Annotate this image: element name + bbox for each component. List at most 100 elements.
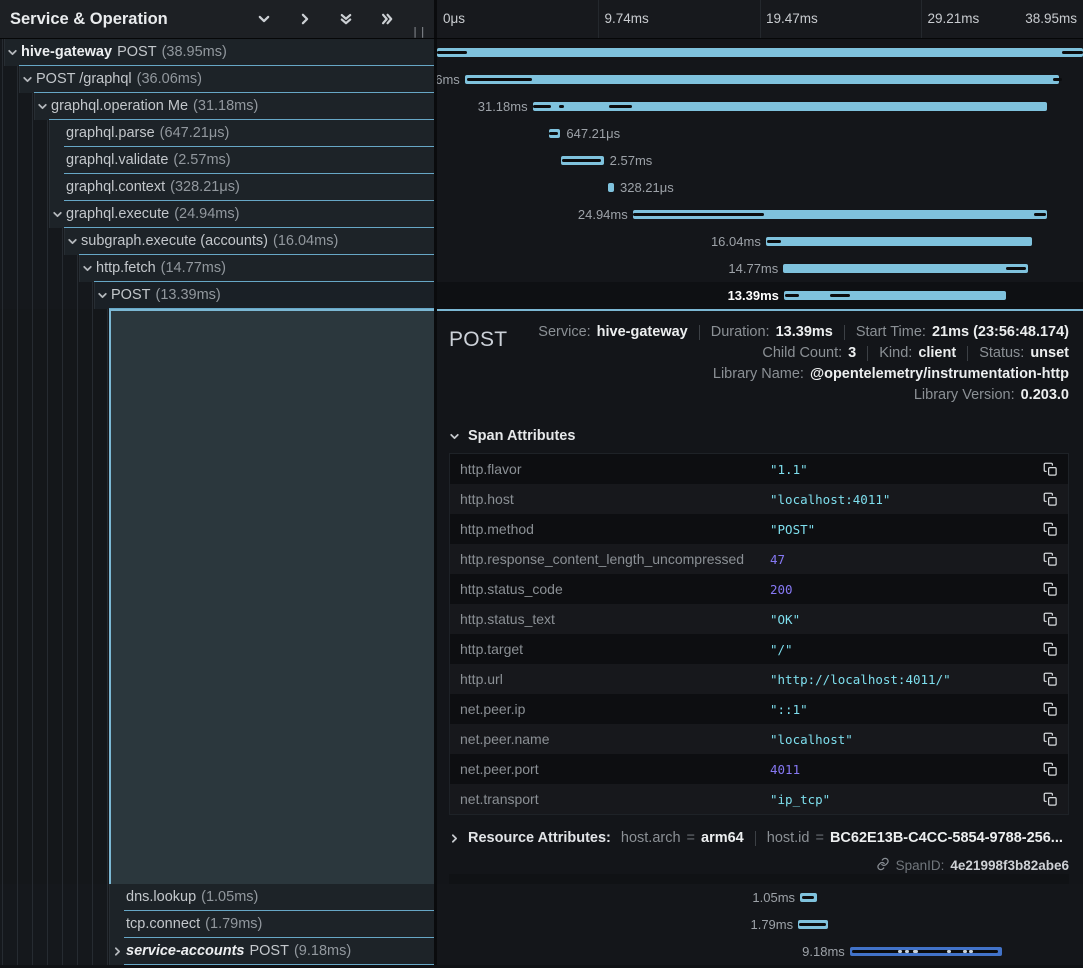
span-duration-label: 14.77ms [728, 262, 778, 275]
resource-key: host.id [767, 830, 810, 846]
copy-icon[interactable] [1043, 642, 1058, 657]
attribute-value: "/" [770, 642, 1043, 657]
timeline-cell: 24.94ms [437, 201, 1083, 228]
span-row[interactable]: dns.lookup(1.05ms) 1.05ms [0, 884, 1083, 911]
span-attributes-header[interactable]: Span Attributes [449, 428, 1069, 444]
span-name-cell[interactable]: graphql.context(328.21μs) [0, 174, 434, 201]
chevron-spacer [109, 884, 124, 911]
span-bar[interactable] [784, 291, 1006, 300]
indent-guides [0, 938, 109, 965]
attribute-row: http.status_code200 [450, 574, 1068, 604]
duration-text: (24.94ms) [174, 206, 239, 222]
indent-guides [0, 120, 49, 147]
span-name-cell[interactable]: hive-gatewayPOST(38.95ms) [0, 39, 434, 66]
resource-pair: host.arch=arm64 [621, 830, 744, 846]
meta-value: hive-gateway [597, 324, 688, 340]
expand-all-icon[interactable] [380, 12, 394, 26]
span-bar[interactable] [783, 264, 1028, 273]
span-duration-label: 1.05ms [752, 891, 795, 904]
link-icon[interactable] [876, 857, 890, 874]
span-row[interactable]: graphql.validate(2.57ms)2.57ms [0, 147, 1083, 174]
critical-path-segment [799, 923, 825, 926]
attribute-key: net.peer.name [460, 731, 770, 747]
meta-value: unset [1030, 345, 1069, 361]
span-name-cell[interactable]: dns.lookup(1.05ms) [0, 884, 434, 911]
copy-icon[interactable] [1043, 762, 1058, 777]
span-row[interactable]: hive-gatewayPOST(38.95ms) [0, 39, 1083, 66]
chevron-down-icon [449, 431, 460, 442]
span-row[interactable]: POST(13.39ms)13.39ms [0, 282, 1083, 309]
span-row[interactable]: graphql.operation Me(31.18ms)31.18ms [0, 93, 1083, 120]
meta-label: Library Name: [713, 366, 804, 382]
copy-icon[interactable] [1043, 522, 1058, 537]
chevron-down-icon[interactable] [79, 255, 94, 282]
chevron-down-icon[interactable] [94, 282, 109, 309]
resource-attributes-row[interactable]: Resource Attributes: host.arch=arm64host… [449, 830, 1069, 846]
span-row[interactable]: graphql.parse(647.21μs)647.21μs [0, 120, 1083, 147]
span-row[interactable]: service-accountsPOST(9.18ms)9.18ms [0, 938, 1083, 965]
span-name-cell[interactable]: service-accountsPOST(9.18ms) [0, 938, 434, 965]
span-row[interactable]: http.fetch(14.77ms) 14.77ms [0, 255, 1083, 282]
attribute-key: http.response_content_length_uncompresse… [460, 551, 770, 567]
span-name-cell[interactable]: http.fetch(14.77ms) [0, 255, 434, 282]
chevron-down-icon[interactable] [49, 201, 64, 228]
critical-path-segment [559, 105, 564, 108]
chevron-right-icon[interactable] [109, 938, 124, 965]
span-name-cell[interactable]: graphql.validate(2.57ms) [0, 147, 434, 174]
copy-icon[interactable] [1043, 792, 1058, 807]
span-row[interactable]: graphql.context(328.21μs)328.21μs [0, 174, 1083, 201]
critical-path-segment [467, 78, 532, 81]
attribute-row: http.host"localhost:4011" [450, 484, 1068, 514]
span-name-cell[interactable]: POST(13.39ms) [0, 282, 434, 309]
span-row[interactable]: graphql.execute(24.94ms)24.94ms [0, 201, 1083, 228]
chevron-down-icon[interactable] [4, 39, 19, 66]
span-bar[interactable] [766, 237, 1032, 246]
copy-icon[interactable] [1043, 462, 1058, 477]
chevron-down-icon[interactable] [64, 228, 79, 255]
copy-icon[interactable] [1043, 732, 1058, 747]
duration-text: (14.77ms) [161, 260, 226, 276]
span-bar[interactable] [608, 183, 614, 192]
attribute-value: 200 [770, 582, 1043, 597]
copy-icon[interactable] [1043, 612, 1058, 627]
span-row[interactable]: POST /graphql(36.06ms)36.06ms [0, 66, 1083, 93]
detail-header: POST Service:hive-gatewayDuration:13.39m… [449, 321, 1069, 403]
child-span-mark [969, 950, 973, 953]
attribute-value: 4011 [770, 762, 1043, 777]
indent-guides [0, 201, 49, 228]
timeline-cell: 31.18ms [437, 93, 1083, 120]
span-name-line: http.fetch(14.77ms) [94, 255, 434, 282]
span-name-cell[interactable]: POST /graphql(36.06ms) [0, 66, 434, 93]
collapse-all-icon[interactable] [339, 12, 353, 26]
critical-path-segment [767, 240, 781, 243]
span-bar[interactable] [437, 48, 1083, 57]
span-name-cell[interactable]: graphql.parse(647.21μs) [0, 120, 434, 147]
operation-name: POST [117, 44, 156, 60]
collapse-one-icon[interactable] [257, 12, 271, 26]
span-name-cell[interactable]: tcp.connect(1.79ms) [0, 911, 434, 938]
meta-label: Library Version: [914, 387, 1015, 403]
detail-accent-block [109, 309, 434, 884]
copy-icon[interactable] [1043, 552, 1058, 567]
copy-icon[interactable] [1043, 582, 1058, 597]
span-row[interactable]: subgraph.execute (accounts)(16.04ms)16.0… [0, 228, 1083, 255]
column-resize-handle[interactable]: || [412, 25, 427, 38]
attribute-value: "localhost" [770, 732, 1043, 747]
span-name-cell[interactable]: subgraph.execute (accounts)(16.04ms) [0, 228, 434, 255]
span-name-cell[interactable]: graphql.operation Me(31.18ms) [0, 93, 434, 120]
detail-meta-line: Service:hive-gatewayDuration:13.39msStar… [538, 324, 1069, 340]
expand-one-icon[interactable] [298, 12, 312, 26]
copy-icon[interactable] [1043, 672, 1058, 687]
resource-value: arm64 [701, 830, 744, 846]
copy-icon[interactable] [1043, 702, 1058, 717]
copy-icon[interactable] [1043, 492, 1058, 507]
chevron-down-icon[interactable] [19, 66, 34, 93]
attribute-key: http.method [460, 521, 770, 537]
service-operation-title: Service & Operation [10, 10, 257, 29]
attribute-value: "POST" [770, 522, 1043, 537]
span-name-cell[interactable]: graphql.execute(24.94ms) [0, 201, 434, 228]
span-bar[interactable] [465, 75, 1059, 84]
operation-name: graphql.parse [66, 125, 155, 141]
span-row[interactable]: tcp.connect(1.79ms)1.79ms [0, 911, 1083, 938]
chevron-down-icon[interactable] [34, 93, 49, 120]
